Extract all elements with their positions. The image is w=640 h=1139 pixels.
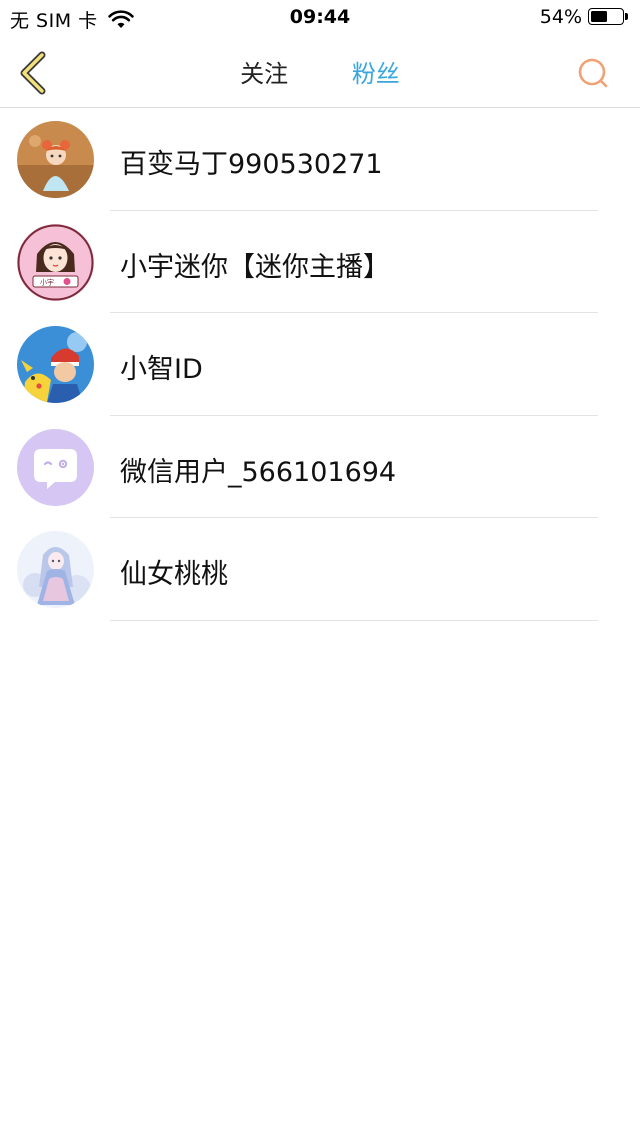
fan-name: 小智ID — [120, 354, 203, 385]
fans-list: 百变马丁990530271 小宇 小宇迷你【迷你主播】 小智ID 微信用户_56… — [0, 108, 640, 621]
battery-icon — [588, 7, 630, 27]
fan-name: 小宇迷你【迷你主播】 — [120, 251, 390, 283]
anime-girl-avatar[interactable]: 小宇 — [17, 223, 94, 301]
status-right: 54% — [540, 6, 630, 28]
fan-row-2[interactable]: 小宇 小宇迷你【迷你主播】 — [0, 211, 640, 313]
cartoon-girl-avatar[interactable] — [17, 121, 94, 198]
status-bar: 无 SIM 卡 09:44 54% — [0, 0, 640, 36]
tab-fans[interactable]: 粉丝 — [352, 54, 400, 89]
fan-name: 微信用户_566101694 — [120, 456, 397, 488]
fan-row-3[interactable]: 小智ID — [0, 313, 640, 416]
tab-bar: 关注 粉丝 — [0, 54, 640, 89]
fan-row-4[interactable]: 微信用户_566101694 — [0, 416, 640, 518]
fan-row-5[interactable]: 仙女桃桃 — [0, 518, 640, 621]
battery-percent: 54% — [539, 6, 582, 28]
nav-bar: 关注 粉丝 — [0, 36, 640, 108]
fairy-avatar[interactable] — [17, 531, 94, 608]
avatar-badge-text: 小宇 — [40, 277, 54, 286]
fan-name: 仙女桃桃 — [120, 559, 228, 590]
search-icon — [578, 58, 608, 88]
row-divider — [110, 619, 598, 621]
search-button[interactable] — [576, 56, 610, 90]
fan-name: 百变马丁990530271 — [120, 149, 383, 180]
pokemon-trainer-avatar[interactable] — [17, 326, 94, 403]
tab-follow[interactable]: 关注 — [240, 54, 288, 89]
fan-row-1[interactable]: 百变马丁990530271 — [0, 108, 640, 211]
default-chat-avatar[interactable] — [17, 428, 94, 506]
